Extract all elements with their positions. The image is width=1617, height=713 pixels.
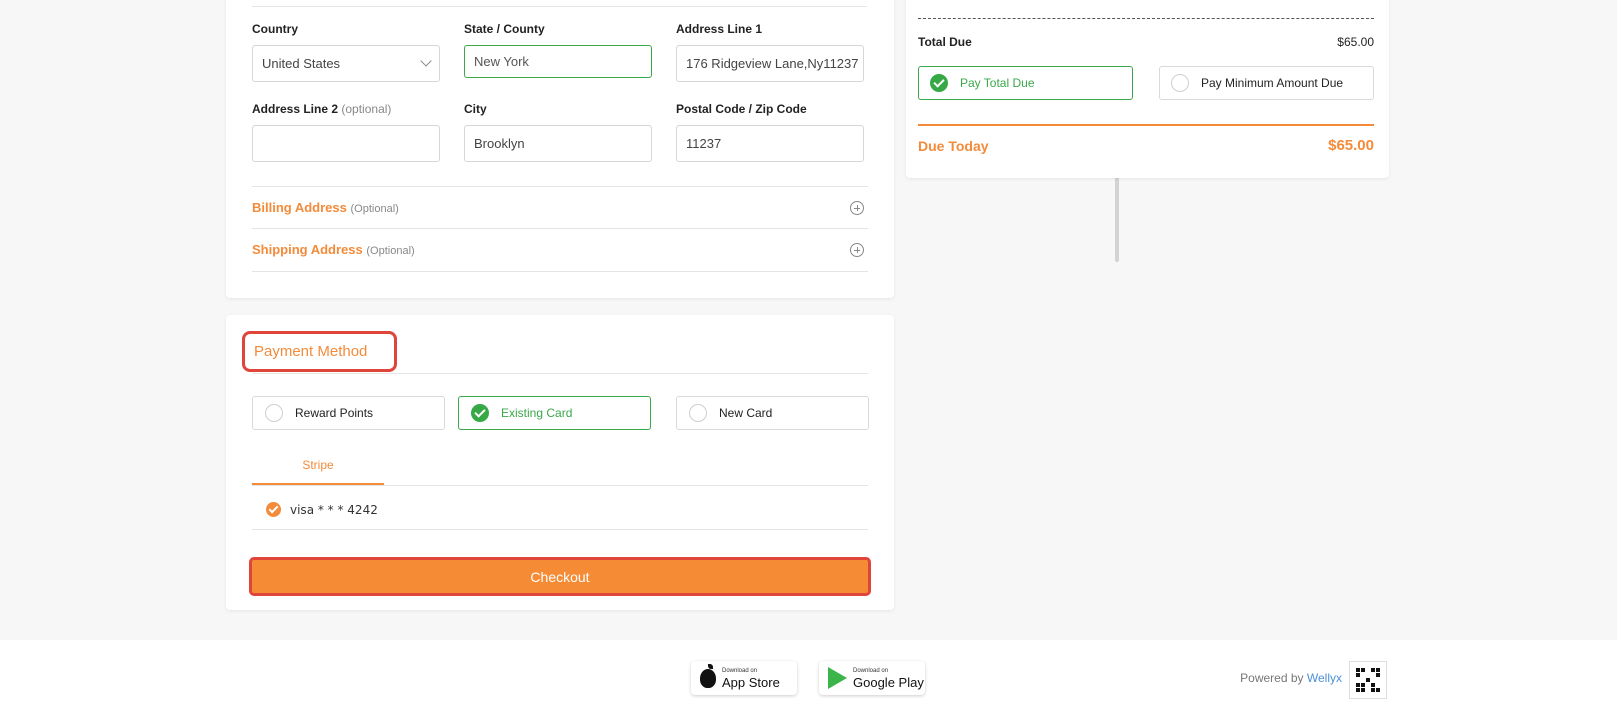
option-label: Reward Points — [295, 406, 374, 420]
shipping-address-title: Shipping Address (Optional) — [252, 242, 415, 257]
country-select[interactable]: United States — [252, 45, 440, 82]
expand-plus-icon[interactable] — [850, 200, 864, 215]
billing-address-title: Billing Address (Optional) — [252, 200, 399, 215]
address-line1-input[interactable]: 176 Ridgeview Lane,Ny11237 — [676, 45, 864, 82]
address-line1-label: Address Line 1 — [676, 22, 763, 36]
brand-link[interactable]: Wellyx — [1307, 671, 1342, 685]
divider — [252, 373, 868, 374]
shipping-address-label: Shipping Address — [252, 242, 363, 257]
qr-code-icon[interactable] — [1349, 661, 1387, 699]
country-field: Country United States — [252, 22, 440, 82]
state-label: State / County — [464, 22, 545, 36]
billing-address-label: Billing Address — [252, 200, 347, 215]
option-reward-points[interactable]: Reward Points — [252, 396, 445, 430]
city-input[interactable]: Brooklyn — [464, 125, 652, 162]
address-line2-label: Address Line 2 (optional) — [252, 102, 440, 117]
check-circle-icon — [266, 502, 281, 517]
payment-method-title: Payment Method — [242, 331, 397, 372]
expand-plus-icon[interactable] — [850, 242, 864, 257]
option-existing-card[interactable]: Existing Card — [458, 396, 651, 430]
dotted-divider — [918, 18, 1374, 19]
radio-icon — [689, 404, 707, 422]
total-due-label: Total Due — [918, 35, 972, 49]
postal-label: Postal Code / Zip Code — [676, 102, 807, 116]
divider — [252, 6, 867, 7]
check-circle-icon — [930, 74, 948, 92]
billing-address-accordion[interactable]: Billing Address (Optional) — [252, 186, 868, 228]
option-label: Existing Card — [501, 406, 573, 420]
apple-icon — [700, 663, 716, 688]
saved-card-item[interactable]: visa * * * 4242 — [266, 502, 378, 517]
city-label: City — [464, 102, 487, 116]
shipping-address-accordion[interactable]: Shipping Address (Optional) — [252, 228, 868, 270]
total-due-value: $65.00 — [1337, 35, 1374, 49]
state-field: State / County New York — [464, 22, 652, 78]
footer: Download on App Store Download on Google… — [0, 640, 1617, 713]
pay-total-due-option[interactable]: Pay Total Due — [918, 66, 1133, 100]
saved-card-label: visa * * * 4242 — [290, 502, 378, 517]
powered-by-text: Powered by — [1240, 671, 1304, 685]
payment-card: Payment Method Reward Points Existing Ca… — [226, 315, 894, 610]
app-store-button[interactable]: Download on App Store — [691, 661, 797, 695]
google-play-small: Download on — [853, 667, 889, 674]
divider — [252, 485, 868, 486]
google-play-button[interactable]: Download on Google Play — [819, 661, 925, 695]
city-field: City Brooklyn — [464, 102, 652, 162]
pay-total-due-label: Pay Total Due — [960, 76, 1035, 90]
due-today-value: $65.00 — [1328, 137, 1374, 154]
address-line2-input[interactable] — [252, 125, 440, 162]
postal-field: Postal Code / Zip Code 11237 — [676, 102, 864, 162]
option-new-card[interactable]: New Card — [676, 396, 869, 430]
tab-stripe[interactable]: Stripe — [252, 452, 384, 485]
optional-tag: (optional) — [341, 102, 392, 116]
optional-tag: (Optional) — [366, 245, 415, 257]
check-circle-icon — [471, 404, 489, 422]
address-card: Country United States State / County New… — [226, 0, 1119, 298]
country-label: Country — [252, 22, 298, 36]
due-today-label: Due Today — [918, 138, 989, 154]
pay-minimum-option[interactable]: Pay Minimum Amount Due — [1159, 66, 1374, 100]
powered-by: Powered by Wellyx — [1240, 671, 1342, 685]
divider — [252, 271, 868, 272]
order-summary-card: Total Due $65.00 Pay Total Due Pay Minim… — [906, 0, 1389, 178]
address-line2-label-text: Address Line 2 — [252, 102, 339, 116]
checkout-button[interactable]: Checkout — [249, 557, 871, 596]
radio-icon — [265, 404, 283, 422]
divider — [252, 529, 868, 530]
google-play-label: Google Play — [853, 674, 924, 690]
optional-tag: (Optional) — [350, 203, 399, 215]
google-play-icon — [828, 667, 847, 689]
address-line2-field: Address Line 2 (optional) — [252, 102, 440, 162]
divider — [918, 124, 1374, 126]
app-store-label: App Store — [722, 674, 780, 690]
option-label: New Card — [719, 406, 773, 420]
address-line1-field: Address Line 1 176 Ridgeview Lane,Ny1123… — [676, 22, 864, 82]
postal-input[interactable]: 11237 — [676, 125, 864, 162]
radio-icon — [1171, 74, 1189, 92]
state-input[interactable]: New York — [464, 45, 652, 78]
pay-minimum-label: Pay Minimum Amount Due — [1201, 76, 1344, 90]
app-store-small: Download on — [722, 667, 758, 674]
